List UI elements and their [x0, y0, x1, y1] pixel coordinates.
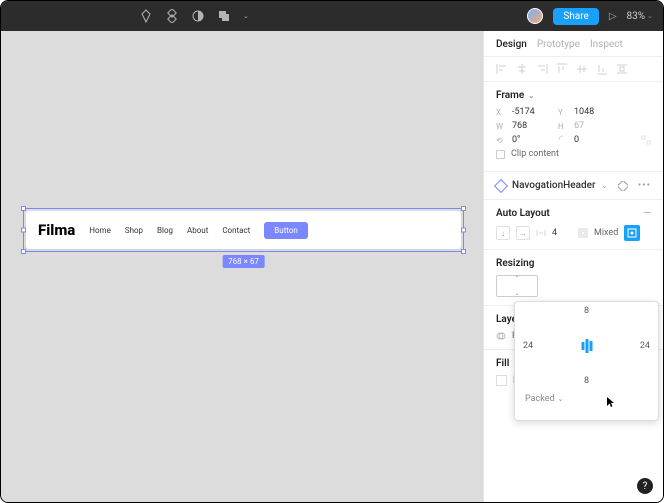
y-input[interactable]: 1048 — [574, 107, 614, 117]
align-hcenter-icon[interactable] — [516, 63, 528, 75]
align-bottom-icon[interactable] — [596, 63, 608, 75]
direction-horizontal-button[interactable]: → — [516, 226, 530, 240]
resizing-control[interactable]: ⌃ ⌄ — [496, 275, 538, 297]
resizing-section: Resizing ⌃ ⌄ — [484, 250, 663, 306]
resize-handle[interactable] — [21, 206, 26, 211]
go-to-main-icon[interactable] — [618, 181, 628, 191]
avatar[interactable] — [527, 8, 543, 24]
tab-inspect[interactable]: Inspect — [590, 39, 623, 50]
chevron-up-icon: ⌃ — [514, 275, 519, 282]
gap-icon — [536, 228, 546, 238]
resize-handle[interactable] — [21, 249, 26, 254]
app-window: ⌄ Share ▷ 83%⌄ Filma Home Shop Blog Abou… — [0, 0, 664, 503]
align-left-icon[interactable] — [496, 63, 508, 75]
padding-left-input[interactable]: 24 — [523, 341, 533, 351]
blend-icon — [496, 331, 506, 341]
panel-tabs: Design Prototype Inspect — [484, 31, 663, 57]
toolbar-tools: ⌄ — [139, 9, 249, 23]
padding-popover: 8 8 24 24 Packed⌄ — [514, 301, 659, 421]
resize-handle[interactable] — [461, 206, 466, 211]
gap-input[interactable]: 4 — [552, 228, 572, 238]
component-name: NavogationHeader — [512, 180, 596, 191]
chevron-down-icon[interactable]: ⌄ — [602, 182, 608, 190]
pen-icon[interactable] — [139, 9, 153, 23]
autolayout-section: Auto Layout — ↓ → 4 Mixed — [484, 200, 663, 250]
main-area: Filma Home Shop Blog About Contact Butto… — [1, 31, 663, 502]
more-icon[interactable]: ••• — [638, 180, 651, 191]
align-right-icon[interactable] — [536, 63, 548, 75]
direction-vertical-button[interactable]: ↓ — [496, 226, 510, 240]
h-input[interactable]: 67 — [574, 121, 604, 131]
share-button[interactable]: Share — [553, 8, 598, 25]
padding-right-input[interactable]: 24 — [640, 341, 650, 351]
nav-link: Contact — [222, 226, 250, 235]
x-label: X — [496, 108, 506, 117]
alignment-box-button[interactable] — [624, 225, 640, 241]
resize-handle[interactable] — [461, 249, 466, 254]
align-vcenter-icon[interactable] — [576, 63, 588, 75]
toolbar-right: Share ▷ 83%⌄ — [527, 8, 653, 25]
independent-corners-icon[interactable] — [641, 135, 651, 145]
align-top-icon[interactable] — [556, 63, 568, 75]
w-input[interactable]: 768 — [512, 121, 552, 131]
padding-input[interactable]: Mixed — [594, 228, 618, 238]
alignment-center-icon[interactable] — [581, 339, 592, 353]
clip-content-checkbox[interactable] — [496, 150, 505, 159]
chevron-down-icon[interactable]: ⌄ — [243, 12, 249, 20]
brand-text: Filma — [38, 221, 75, 239]
distribute-icon[interactable] — [616, 63, 628, 75]
resize-handle[interactable] — [461, 228, 466, 233]
w-label: W — [496, 122, 506, 131]
chevron-down-icon: ⌄ — [528, 92, 534, 100]
nav-link: Shop — [125, 226, 143, 235]
autolayout-title: Auto Layout — [496, 208, 550, 219]
padding-bottom-input[interactable]: 8 — [584, 376, 589, 386]
tab-prototype[interactable]: Prototype — [537, 39, 580, 50]
present-icon[interactable]: ▷ — [609, 11, 617, 22]
fill-title: Fill — [496, 358, 509, 369]
component-instance-row[interactable]: NavogationHeader ⌄ ••• — [484, 172, 663, 200]
navigation-header-frame: Filma Home Shop Blog About Contact Butto… — [26, 211, 461, 249]
y-label: Y — [558, 108, 568, 117]
corner-radius-icon — [558, 135, 568, 145]
properties-panel: Design Prototype Inspect Frame ⌄ X -5174 Y… — [483, 31, 663, 502]
padding-icon — [578, 228, 588, 238]
nav-link: About — [187, 226, 208, 235]
remove-autolayout-icon[interactable]: — — [643, 208, 651, 219]
fill-swatch[interactable] — [496, 375, 507, 386]
padding-top-input[interactable]: 8 — [584, 306, 589, 316]
clip-content-label: Clip content — [511, 149, 559, 159]
rotation-input[interactable]: 0° — [512, 135, 552, 145]
section-title[interactable]: Frame ⌄ — [496, 90, 651, 101]
x-input[interactable]: -5174 — [512, 107, 552, 117]
chevron-down-icon: ⌄ — [514, 290, 519, 297]
selected-frame[interactable]: Filma Home Shop Blog About Contact Butto… — [26, 211, 461, 249]
nav-link: Home — [89, 226, 111, 235]
help-button[interactable]: ? — [637, 478, 653, 494]
nav-button: Button — [264, 222, 308, 239]
component-icon — [494, 178, 508, 192]
resizing-title: Resizing — [496, 258, 534, 269]
zoom-control[interactable]: 83%⌄ — [627, 11, 653, 22]
zoom-value: 83% — [627, 11, 646, 22]
corner-input[interactable]: 0 — [574, 135, 614, 145]
frame-section: Frame ⌄ X -5174 Y 1048 W 768 H 67 ⟲ 0° 0 Clip … — [484, 82, 663, 172]
canvas[interactable]: Filma Home Shop Blog About Contact Butto… — [1, 31, 483, 502]
rotate-icon: ⟲ — [496, 136, 506, 145]
h-label: H — [558, 122, 568, 131]
tab-design[interactable]: Design — [496, 39, 527, 50]
distribution-select[interactable]: Packed — [525, 394, 555, 404]
chevron-down-icon: ⌄ — [558, 395, 564, 403]
align-row — [484, 57, 663, 82]
chevron-down-icon: ⌄ — [647, 12, 653, 20]
cursor-icon — [606, 396, 616, 408]
frame-title-text: Frame — [496, 90, 524, 101]
padding-grid[interactable]: 8 8 24 24 — [515, 302, 658, 390]
top-toolbar: ⌄ Share ▷ 83%⌄ — [1, 1, 663, 31]
nav-link: Blog — [157, 226, 173, 235]
mask-icon[interactable] — [191, 9, 205, 23]
union-icon[interactable] — [217, 9, 231, 23]
component-icon[interactable] — [165, 9, 179, 23]
dimensions-badge: 768 × 67 — [222, 255, 265, 268]
